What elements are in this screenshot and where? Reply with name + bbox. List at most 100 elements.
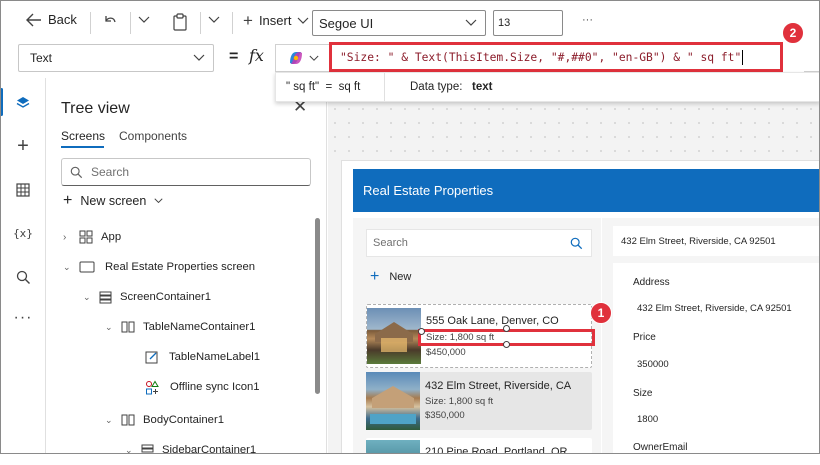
undo-button[interactable] (102, 13, 118, 32)
horizontal-container-icon (121, 321, 135, 333)
plus-icon: + (63, 192, 73, 209)
gallery-item-address: 555 Oak Lane, Denver, CO (426, 315, 559, 327)
callout-badge-2: 2 (782, 22, 804, 44)
tree-item-label: App (101, 231, 122, 243)
back-button[interactable]: Back (26, 12, 77, 27)
gallery-item-selected[interactable]: 432 Elm Street, Riverside, CA Size: 1,80… (366, 372, 592, 430)
font-family-value: Segoe UI (319, 15, 374, 31)
horizontal-container-icon (121, 414, 135, 426)
tab-components[interactable]: Components (119, 129, 187, 143)
new-record-label: New (389, 271, 412, 283)
property-select[interactable]: Text (18, 44, 214, 72)
field-label-size: Size (633, 388, 653, 399)
font-family-select[interactable]: Segoe UI (312, 10, 486, 36)
gallery-item-price: $350,000 (425, 410, 465, 421)
tree-item-app[interactable]: › App (63, 222, 121, 252)
gallery-item-address: 432 Elm Street, Riverside, CA (425, 380, 572, 392)
formula-expand-area (804, 44, 820, 72)
gallery-search-placeholder: Search (373, 237, 408, 249)
tree-item-label: TableNameLabel1 (169, 351, 261, 363)
new-record-button[interactable]: + New (370, 268, 411, 286)
canvas-dot-grid (328, 102, 820, 154)
hint-divider (384, 73, 385, 101)
gallery-search-input[interactable]: Search (366, 229, 592, 257)
resize-handle[interactable] (503, 325, 510, 332)
gallery-item-address: 210 Pine Road, Portland, OR (425, 446, 568, 454)
clipboard-icon (173, 13, 187, 31)
equals-sign: = (229, 48, 239, 65)
chevron-down-icon (193, 54, 205, 61)
formula-input[interactable]: "Size: " & Text(ThisItem.Size, "#,##0", … (329, 42, 783, 72)
chevron-down-icon (465, 19, 477, 26)
tree-item-label: SidebarContainer1 (162, 444, 257, 456)
left-rail: + {x} ··· (0, 78, 46, 454)
field-label-address: Address (633, 277, 670, 288)
insert-button[interactable]: + Insert (243, 12, 309, 29)
tree-item-label: TableNameContainer1 (143, 321, 256, 333)
chevron-down-icon: ⌄ (63, 261, 71, 272)
field-value-price: 350000 (637, 359, 669, 370)
app-header-title: Real Estate Properties (363, 183, 494, 198)
search-icon (70, 166, 83, 178)
undo-chevron-down-icon[interactable] (138, 16, 150, 27)
sync-shapes-icon (146, 380, 159, 394)
tree-item-real-estate-screen[interactable]: ⌄ Real Estate Properties screen (63, 252, 255, 282)
paste-chevron-down-icon[interactable] (208, 16, 220, 27)
search-placeholder: Search (91, 165, 130, 179)
tree-search-input[interactable]: Search (61, 158, 311, 186)
hint-expression: " sq ft" = sq ft (286, 81, 361, 93)
resize-handle[interactable] (503, 341, 510, 348)
tree-item-label: Offline sync Icon1 (170, 381, 260, 393)
tree-item-tablename-container[interactable]: ⌄ TableNameContainer1 (105, 312, 255, 342)
plus-icon: + (370, 268, 380, 285)
new-screen-button[interactable]: + New screen (63, 192, 163, 210)
formula-text: "Size: " & Text(ThisItem.Size, "#,##0", … (340, 50, 742, 64)
arrow-left-icon (26, 13, 41, 26)
tree-item-offline-sync-icon[interactable]: Offline sync Icon1 (145, 372, 260, 402)
tree-item-tablename-label[interactable]: TableNameLabel1 (145, 342, 260, 372)
variables-icon[interactable]: {x} (0, 215, 46, 251)
gallery-item[interactable]: 210 Pine Road, Portland, OR (366, 438, 592, 454)
tree-item-label: ScreenContainer1 (120, 291, 212, 303)
toolbar-divider (90, 12, 91, 34)
resize-handle[interactable] (418, 328, 425, 335)
screen-icon (79, 261, 95, 273)
insert-plus-icon[interactable]: + (0, 128, 46, 164)
field-label-price: Price (633, 332, 656, 343)
vertical-container-icon (99, 291, 112, 303)
tree-item-body-container[interactable]: ⌄ BodyContainer1 (105, 405, 224, 435)
app-icon (79, 230, 93, 244)
chevron-down-icon (154, 198, 163, 204)
property-value: Text (30, 51, 53, 65)
hint-type-label: Data type: (410, 81, 463, 93)
field-value-address: 432 Elm Street, Riverside, CA 92501 (637, 303, 792, 314)
tab-active-underline (61, 146, 104, 148)
field-value-size: 1800 (637, 414, 659, 425)
tree-scrollbar-thumb[interactable] (315, 218, 320, 394)
font-size-value: 13 (498, 17, 511, 29)
property-thumbnail-image (366, 440, 420, 454)
tree-item-sidebar-container[interactable]: ⌄ SidebarContainer1 (125, 435, 256, 465)
new-screen-label: New screen (80, 194, 147, 208)
gallery-item-price: $450,000 (426, 347, 466, 358)
font-size-input[interactable]: 13 (493, 10, 563, 36)
detail-form: Address 432 Elm Street, Riverside, CA 92… (613, 263, 820, 454)
search-icon[interactable] (0, 259, 46, 295)
more-options-icon[interactable]: ··· (582, 14, 593, 26)
app-header: Real Estate Properties (353, 169, 820, 212)
fx-icon: fx (249, 46, 264, 65)
hint-type-value: text (472, 81, 493, 93)
property-thumbnail-image (367, 308, 421, 364)
data-table-icon[interactable] (0, 172, 46, 208)
copilot-button[interactable] (275, 44, 329, 72)
tree-view-layers-icon[interactable] (0, 85, 46, 121)
vertical-container-icon (141, 444, 154, 452)
copilot-icon (289, 52, 302, 64)
tab-screens[interactable]: Screens (61, 129, 105, 143)
toolbar-divider (200, 12, 201, 34)
tree-item-screen-container[interactable]: ⌄ ScreenContainer1 (83, 282, 211, 312)
paste-button[interactable] (172, 13, 188, 34)
formula-result-bar: " sq ft" = sq ft Data type: text (275, 72, 820, 102)
chevron-down-icon: ⌄ (83, 291, 91, 302)
more-icon[interactable]: ··· (0, 300, 46, 336)
